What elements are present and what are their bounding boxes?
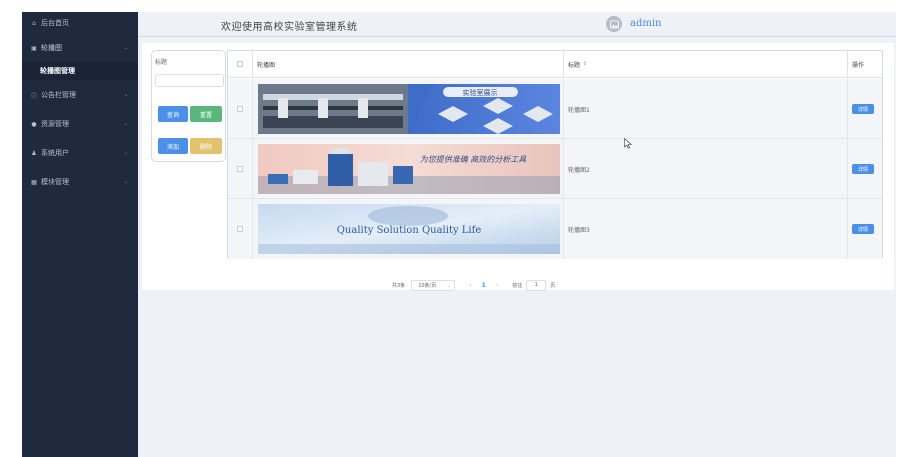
- pagination-total: 共3条: [392, 282, 406, 289]
- image-icon: ▣: [31, 44, 37, 52]
- detail-button[interactable]: 详情: [852, 164, 874, 174]
- analysis-instrument-banner: 为您提供准确 高效的分析工具: [258, 144, 560, 194]
- user-icon: ♟: [31, 149, 37, 157]
- mouse-cursor-icon: [624, 138, 632, 149]
- prev-page-icon[interactable]: ‹: [469, 282, 471, 289]
- sidebar-item-resources[interactable]: ● 资源管理 ⌄: [22, 113, 138, 135]
- sidebar-item-label: 轮播图: [41, 44, 62, 52]
- table-row: Quality Solution Quality Life 轮播图3 详情: [228, 199, 882, 259]
- row-image-cell: Quality Solution Quality Life: [253, 199, 564, 259]
- sidebar-item-announcements[interactable]: ⓘ 公告栏管理 ⌄: [22, 84, 138, 106]
- row-title-cell: 轮播图2: [564, 139, 848, 199]
- avatar[interactable]: [606, 16, 622, 32]
- search-button[interactable]: 查询: [158, 106, 188, 122]
- table-header-title[interactable]: 标题 ⇕: [564, 51, 848, 78]
- sidebar-item-modules[interactable]: ▦ 模块管理 ⌄: [22, 171, 138, 193]
- chevron-down-icon: ⌄: [123, 45, 128, 51]
- sidebar-item-label: 公告栏管理: [41, 91, 76, 99]
- username[interactable]: admin: [630, 18, 661, 29]
- chevron-down-icon: ⌄: [123, 121, 128, 127]
- search-label: 标题: [155, 59, 168, 66]
- page-unit-label: 页: [550, 282, 556, 289]
- sidebar-subitem-carousel-manage[interactable]: 轮播图管理: [22, 62, 138, 80]
- row-action-cell: 详情: [848, 199, 882, 259]
- carousel-banner-image: Quality Solution Quality Life: [258, 204, 560, 254]
- carousel-banner-image: 实验室展示: [258, 84, 560, 134]
- goto-label: 前往: [512, 282, 523, 289]
- goto-page-input[interactable]: 1: [526, 279, 547, 291]
- app-root: ⌂ 后台首页 ▣ 轮播图 ⌄ 轮播图管理 ⓘ 公告栏管理 ⌄ ● 资源管理 ⌄ …: [22, 12, 896, 457]
- table-row: 为您提供准确 高效的分析工具 轮播图2 详情: [228, 139, 882, 199]
- carousel-table: 轮播图 标题 ⇕ 操作 实验室展示 轮播图1 详情 为您提供准确 高效的分析工具…: [227, 50, 883, 259]
- quality-life-banner: Quality Solution Quality Life: [258, 204, 560, 254]
- row-checkbox[interactable]: [237, 226, 243, 232]
- sidebar-item-label: 后台首页: [41, 19, 69, 27]
- info-circle-icon: ⓘ: [30, 92, 37, 100]
- lab-equipment-banner: 实验室展示: [258, 84, 560, 134]
- top-header: 欢迎使用高校实验室管理系统 admin: [138, 12, 896, 37]
- row-action-cell: 详情: [848, 79, 882, 139]
- row-select-cell: [228, 199, 253, 259]
- column-header-label: 操作: [852, 61, 865, 69]
- detail-button[interactable]: 详情: [852, 224, 874, 234]
- row-select-cell: [228, 79, 253, 139]
- sidebar-item-home[interactable]: ⌂ 后台首页: [22, 12, 138, 34]
- detail-button[interactable]: 详情: [852, 104, 874, 114]
- table-header-actions: 操作: [848, 51, 882, 78]
- search-panel: 标题 查询 重置 添加 删除: [151, 50, 226, 162]
- image-icon: [609, 19, 619, 29]
- home-icon: ⌂: [32, 19, 36, 27]
- title-search-input[interactable]: [155, 74, 224, 87]
- delete-button[interactable]: 删除: [190, 138, 222, 154]
- grid-icon: ▦: [31, 178, 37, 186]
- row-action-cell: 详情: [848, 139, 882, 199]
- table-row: 实验室展示 轮播图1 详情: [228, 79, 882, 139]
- column-header-label: 标题: [568, 61, 581, 69]
- chevron-down-icon: ⌄: [123, 179, 128, 185]
- pagination: 共3条 10条/页 ⌄ ‹ 1 › 前往 1 页: [392, 279, 555, 291]
- row-image-cell: 实验室展示: [253, 79, 564, 139]
- sidebar-item-carousel[interactable]: ▣ 轮播图 ⌄: [22, 37, 138, 59]
- row-checkbox[interactable]: [237, 166, 243, 172]
- banner-text: 实验室展示: [463, 88, 498, 97]
- row-title-cell: 轮播图3: [564, 199, 848, 259]
- next-page-icon[interactable]: ›: [496, 282, 498, 289]
- add-button[interactable]: 添加: [158, 138, 188, 154]
- sidebar-item-label: 模块管理: [41, 178, 69, 186]
- sort-icon[interactable]: ⇕: [583, 61, 587, 67]
- carousel-banner-image: 为您提供准确 高效的分析工具: [258, 144, 560, 194]
- row-image-cell: 为您提供准确 高效的分析工具: [253, 139, 564, 199]
- row-select-cell: [228, 139, 253, 199]
- sidebar: ⌂ 后台首页 ▣ 轮播图 ⌄ 轮播图管理 ⓘ 公告栏管理 ⌄ ● 资源管理 ⌄ …: [22, 12, 138, 457]
- page-size-value: 10条/页: [418, 282, 437, 289]
- location-pin-icon: ●: [31, 120, 37, 128]
- reset-button[interactable]: 重置: [190, 106, 222, 122]
- page-number-current[interactable]: 1: [482, 282, 486, 289]
- row-title-cell: 轮播图1: [564, 79, 848, 139]
- sidebar-item-label: 系统用户: [41, 149, 69, 157]
- sidebar-item-label: 资源管理: [41, 120, 69, 128]
- main-content: 标题 查询 重置 添加 删除 轮播图 标题 ⇕ 操作 实验室展示 轮播图1 详情…: [142, 43, 894, 291]
- chevron-down-icon: ⌄: [123, 150, 128, 156]
- column-header-label: 轮播图: [257, 61, 276, 69]
- banner-text: Quality Solution Quality Life: [337, 225, 482, 236]
- select-all-checkbox[interactable]: [237, 61, 243, 67]
- chevron-down-icon: ⌄: [123, 92, 128, 98]
- page-title: 欢迎使用高校实验室管理系统: [221, 22, 358, 33]
- table-header-image: 轮播图: [253, 51, 564, 78]
- chevron-down-icon: ⌄: [446, 282, 451, 288]
- sidebar-item-users[interactable]: ♟ 系统用户 ⌄: [22, 142, 138, 164]
- banner-text: 为您提供准确 高效的分析工具: [420, 155, 528, 164]
- sidebar-subitem-label: 轮播图管理: [40, 67, 75, 75]
- row-checkbox[interactable]: [237, 106, 243, 112]
- page-size-select[interactable]: 10条/页 ⌄: [411, 279, 456, 291]
- table-header-select: [228, 51, 253, 78]
